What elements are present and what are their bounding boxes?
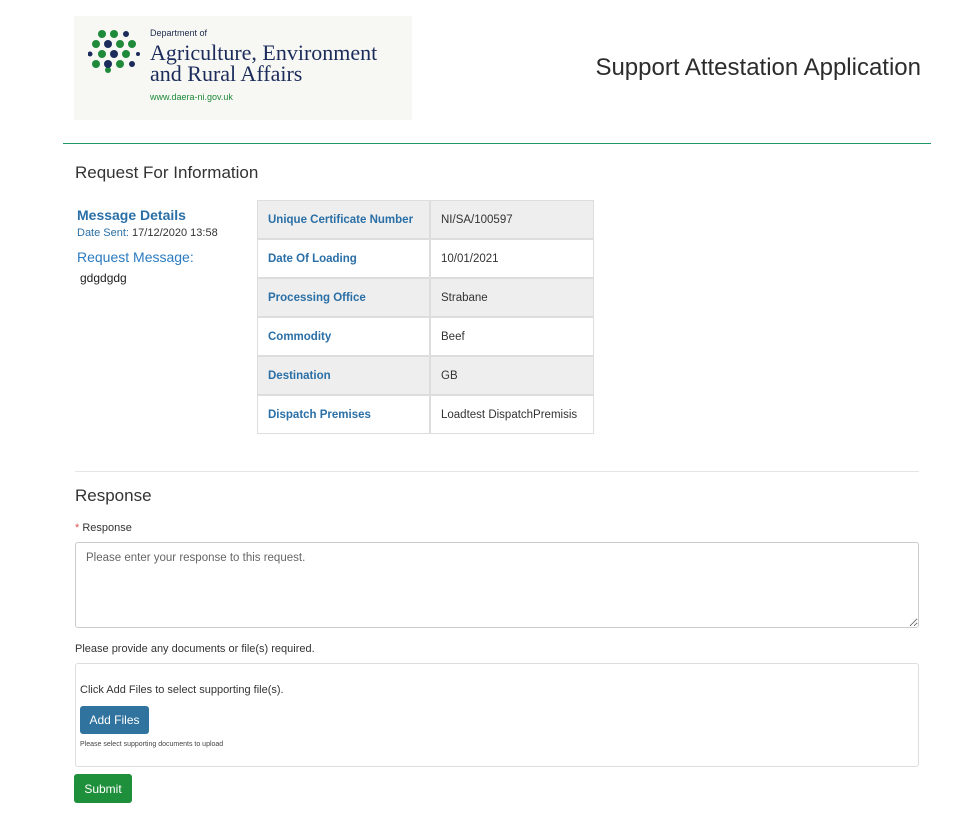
detail-label: Unique Certificate Number [257, 200, 430, 239]
upload-hint: Click Add Files to select supporting fil… [80, 684, 284, 696]
request-message-text: gdgdgdg [80, 271, 127, 285]
response-label-text: Response [82, 522, 132, 534]
detail-label: Destination [257, 356, 430, 395]
detail-label: Dispatch Premises [257, 395, 430, 434]
date-sent-value: 17/12/2020 13:58 [132, 227, 218, 239]
rfi-section-title: Request For Information [75, 163, 259, 182]
logo-dept-prefix: Department of [150, 28, 208, 38]
table-row: Date Of Loading 10/01/2021 [257, 239, 594, 278]
logo-name-line2: and Rural Affairs [150, 61, 303, 86]
response-field-label: * Response [75, 522, 132, 534]
hexagon-cluster-icon [88, 30, 140, 73]
add-files-button[interactable]: Add Files [80, 706, 149, 734]
app-title: Support Attestation Application [595, 54, 921, 81]
response-section-title: Response [75, 486, 152, 505]
response-textarea[interactable] [75, 542, 919, 628]
upload-note: Please select supporting documents to up… [80, 741, 224, 748]
detail-value: 10/01/2021 [430, 239, 594, 278]
detail-value: NI/SA/100597 [430, 200, 594, 239]
detail-value: Strabane [430, 278, 594, 317]
detail-value: Loadtest DispatchPremisis [430, 395, 594, 434]
request-message-label: Request Message: [77, 249, 194, 265]
detail-label: Commodity [257, 317, 430, 356]
detail-value: Beef [430, 317, 594, 356]
detail-value: GB [430, 356, 594, 395]
daera-logo[interactable]: Department of Agriculture, Environment a… [74, 16, 412, 120]
section-divider [75, 471, 919, 472]
date-sent-label: Date Sent: [77, 227, 129, 239]
header-divider [63, 143, 931, 144]
message-details-heading: Message Details [77, 207, 186, 223]
table-row: Commodity Beef [257, 317, 594, 356]
required-marker: * [75, 522, 80, 534]
detail-label: Date Of Loading [257, 239, 430, 278]
detail-label: Processing Office [257, 278, 430, 317]
page-header: Department of Agriculture, Environment a… [0, 0, 961, 144]
certificate-details-table: Unique Certificate Number NI/SA/100597 D… [257, 200, 594, 434]
table-row: Unique Certificate Number NI/SA/100597 [257, 200, 594, 239]
documents-label: Please provide any documents or file(s) … [75, 643, 315, 655]
file-upload-panel: Click Add Files to select supporting fil… [75, 663, 919, 767]
table-row: Processing Office Strabane [257, 278, 594, 317]
submit-button[interactable]: Submit [74, 774, 132, 803]
table-row: Dispatch Premises Loadtest DispatchPremi… [257, 395, 594, 434]
date-sent-row: Date Sent: 17/12/2020 13:58 [77, 227, 247, 239]
message-details-panel: Message Details Date Sent: 17/12/2020 13… [77, 207, 247, 285]
logo-url: www.daera-ni.gov.uk [150, 92, 233, 102]
table-row: Destination GB [257, 356, 594, 395]
